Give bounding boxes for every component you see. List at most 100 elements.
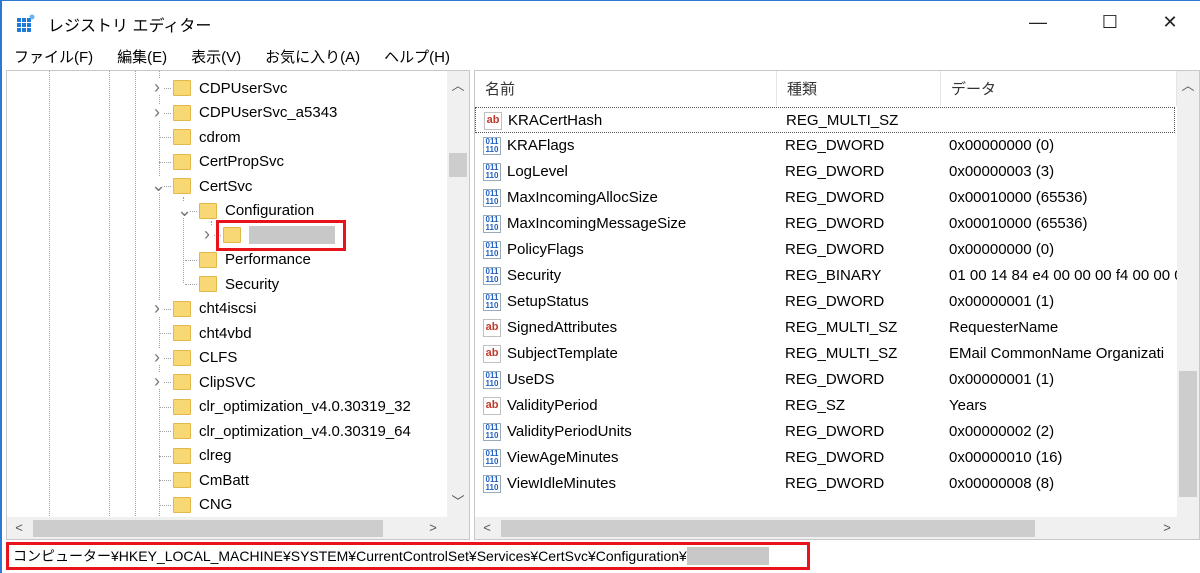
scroll-left-arrow-icon[interactable]: <: [477, 520, 497, 535]
minimize-button[interactable]: —: [1015, 7, 1061, 37]
column-header-data[interactable]: データ: [941, 71, 1177, 106]
scroll-thumb[interactable]: [1179, 371, 1197, 497]
menu-help[interactable]: ヘルプ(H): [370, 43, 458, 69]
tree-item[interactable]: CNG: [173, 493, 232, 517]
tree-item-label: CertPropSvc: [199, 153, 285, 170]
tree-item[interactable]: CDPUserSvc: [173, 76, 287, 100]
tree-item[interactable]: Configuration: [199, 199, 314, 223]
tree-item[interactable]: ClipSVC: [173, 370, 256, 394]
value-name: KRAFlags: [507, 137, 575, 154]
value-type: REG_DWORD: [785, 293, 885, 310]
chevron-right-icon[interactable]: ›: [151, 372, 163, 390]
menu-file[interactable]: ファイル(F): [2, 43, 101, 69]
column-header-type[interactable]: 種類: [777, 71, 941, 106]
value-name: UseDS: [507, 371, 555, 388]
value-row[interactable]: 011 110 MaxIncomingAllocSize REG_DWORD 0x000…: [475, 185, 1175, 211]
chevron-right-icon[interactable]: ›: [151, 78, 163, 96]
maximize-button[interactable]: ☐: [1087, 7, 1133, 37]
value-type: REG_MULTI_SZ: [786, 112, 899, 129]
folder-icon: [173, 104, 191, 121]
folder-icon: [199, 251, 217, 268]
scroll-right-arrow-icon[interactable]: >: [1157, 520, 1177, 535]
value-row[interactable]: 011 110 ViewAgeMinutes REG_DWORD 0x00000010 …: [475, 445, 1175, 471]
tree-item[interactable]: CmBatt: [173, 468, 249, 492]
value-row[interactable]: 011 110 PolicyFlags REG_DWORD 0x00000000 (0): [475, 237, 1175, 263]
tree-item-label: Performance: [225, 251, 311, 268]
tree-item[interactable]: CDPUserSvc_a5343: [173, 101, 337, 125]
tree-item[interactable]: clreg: [173, 444, 232, 468]
close-button[interactable]: ✕: [1147, 7, 1193, 37]
column-header-name[interactable]: 名前: [475, 71, 777, 106]
chevron-down-icon[interactable]: ⌄: [177, 201, 192, 219]
value-row[interactable]: 011 110 LogLevel REG_DWORD 0x00000003 (3): [475, 159, 1175, 185]
tree-vertical-scrollbar[interactable]: ︿ ﹀: [447, 71, 469, 517]
value-name: ViewIdleMinutes: [507, 475, 616, 492]
value-name: ValidityPeriod: [507, 397, 598, 414]
tree-item[interactable]: cht4vbd: [173, 321, 252, 345]
tree-item-label: CertSvc: [199, 177, 253, 195]
menu-edit[interactable]: 編集(E): [103, 43, 175, 69]
tree-item[interactable]: CertSvc: [173, 174, 252, 198]
status-bar-path: コンピューター¥HKEY_LOCAL_MACHINE¥SYSTEM¥Curren…: [6, 542, 810, 570]
scroll-up-arrow-icon[interactable]: ︿: [448, 75, 468, 94]
scroll-left-arrow-icon[interactable]: <: [9, 520, 29, 535]
tree-item-label: CDPUserSvc: [199, 79, 288, 97]
list-vertical-scrollbar[interactable]: ︿: [1177, 71, 1199, 517]
folder-icon: [173, 300, 191, 317]
chevron-right-icon[interactable]: ›: [151, 299, 163, 317]
tree-item-label: clr_optimization_v4.0.30319_64: [199, 422, 411, 440]
value-row[interactable]: 011 110 KRAFlags REG_DWORD 0x00000000 (0): [475, 133, 1175, 159]
folder-icon: [173, 178, 191, 194]
tree-item[interactable]: cdrom: [173, 125, 241, 149]
tree-item-label: CLFS: [199, 349, 238, 366]
tree-item[interactable]: Security: [199, 272, 279, 296]
value-row[interactable]: 011 110 Security REG_BINARY 01 00 14 84 e4 0…: [475, 263, 1183, 289]
tree-item[interactable]: cht4iscsi: [173, 297, 257, 321]
binary-value-icon: 011 110: [483, 475, 501, 493]
title-bar: レジストリ エディター — ☐ ✕: [2, 1, 1200, 43]
key-tree-pane[interactable]: › CDPUserSvc › CDPUserSvc_a5343cdrom CertPro…: [6, 70, 470, 540]
chevron-right-icon[interactable]: ›: [201, 225, 213, 243]
tree-item[interactable]: Performance: [199, 248, 311, 272]
scroll-down-arrow-icon[interactable]: ﹀: [448, 491, 468, 510]
scroll-thumb[interactable]: [33, 520, 383, 537]
tree-item-label: CDPUserSvc_a5343: [199, 104, 338, 121]
scroll-up-arrow-icon[interactable]: ︿: [1178, 75, 1198, 94]
scroll-right-arrow-icon[interactable]: >: [423, 520, 443, 535]
tree-horizontal-scrollbar[interactable]: < >: [7, 517, 469, 539]
values-list-pane[interactable]: 名前 種類 データ ab KRACertHash REG_MULTI_SZ 011 11…: [474, 70, 1200, 540]
value-row[interactable]: 011 110 SetupStatus REG_DWORD 0x00000001 (1): [475, 289, 1175, 315]
scroll-thumb[interactable]: [501, 520, 1035, 537]
value-row[interactable]: ab ValidityPeriod REG_SZ Years: [475, 393, 1175, 419]
value-row[interactable]: ab SubjectTemplate REG_MULTI_SZ EMail Commo…: [475, 341, 1175, 367]
folder-icon: [173, 423, 191, 439]
tree-item-label: cdrom: [199, 128, 241, 146]
tree-item[interactable]: clr_optimization_v4.0.30319_32: [173, 395, 411, 419]
scroll-thumb[interactable]: [449, 153, 467, 177]
chevron-right-icon[interactable]: ›: [151, 348, 163, 366]
list-horizontal-scrollbar[interactable]: < >: [475, 517, 1199, 539]
binary-value-icon: 011 110: [483, 163, 501, 181]
menu-view[interactable]: 表示(V): [177, 43, 249, 69]
value-row[interactable]: 011 110 ViewIdleMinutes REG_DWORD 0x00000008…: [475, 471, 1175, 497]
value-row[interactable]: ab KRACertHash REG_MULTI_SZ: [475, 107, 1175, 133]
value-data: 0x00000001 (1): [949, 293, 1055, 310]
folder-icon: [173, 129, 191, 145]
binary-value-icon: 011 110: [483, 241, 501, 259]
folder-icon: [173, 496, 191, 513]
value-row[interactable]: ab SignedAttributes REG_MULTI_SZ RequesterN…: [475, 315, 1175, 341]
tree-item[interactable]: clr_optimization_v4.0.30319_64: [173, 419, 411, 443]
menu-bar: ファイル(F) 編集(E) 表示(V) お気に入り(A) ヘルプ(H): [2, 43, 460, 69]
binary-value-icon: 011 110: [483, 215, 501, 233]
value-type: REG_MULTI_SZ: [785, 319, 898, 336]
chevron-down-icon[interactable]: ⌄: [151, 176, 166, 194]
value-row[interactable]: 011 110 MaxIncomingMessageSize REG_DWORD 0x0…: [475, 211, 1175, 237]
menu-favorites[interactable]: お気に入り(A): [251, 43, 368, 69]
value-data: 0x00000001 (1): [949, 371, 1055, 388]
value-row[interactable]: 011 110 UseDS REG_DWORD 0x00000001 (1): [475, 367, 1175, 393]
value-row[interactable]: 011 110 ValidityPeriodUnits REG_DWORD 0x0000…: [475, 419, 1175, 445]
chevron-right-icon[interactable]: ›: [151, 103, 163, 121]
binary-value-icon: 011 110: [483, 423, 501, 441]
tree-item[interactable]: CertPropSvc: [173, 150, 284, 174]
tree-item[interactable]: CLFS: [173, 346, 237, 370]
